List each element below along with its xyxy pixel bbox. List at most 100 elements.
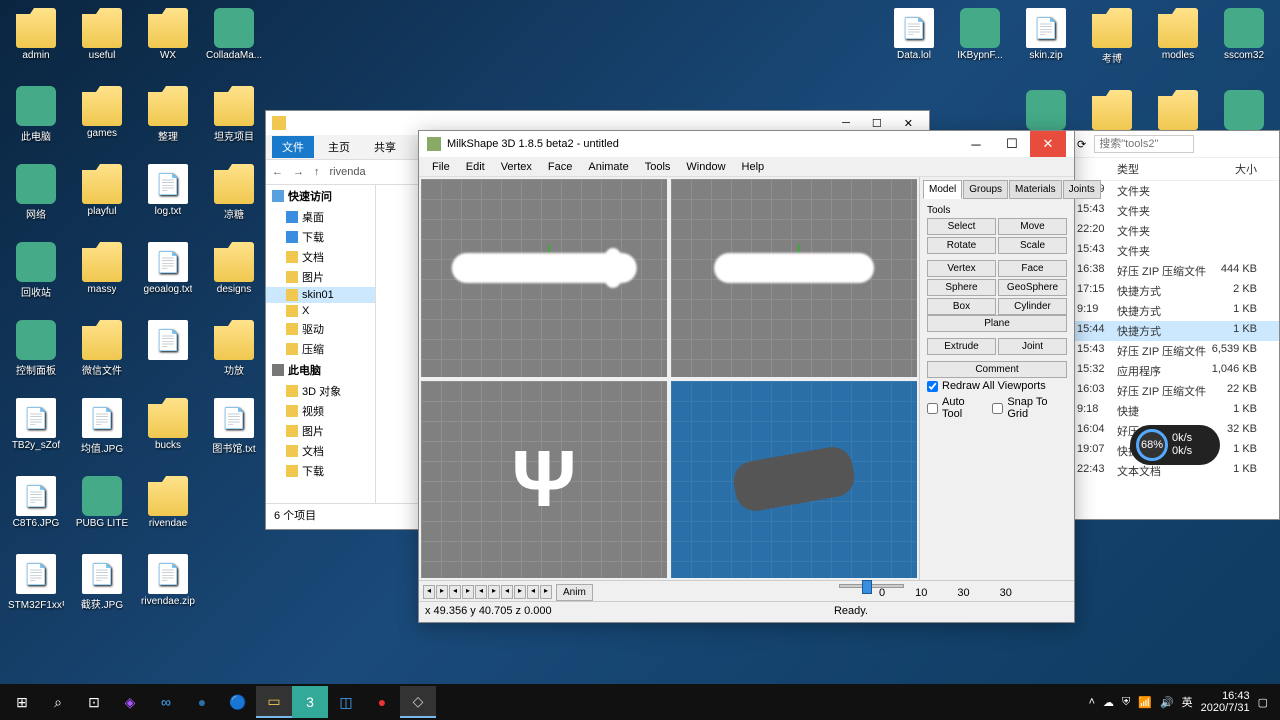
start-button[interactable]: ⊞: [4, 686, 40, 718]
up-button[interactable]: ↑: [314, 166, 320, 178]
wifi-icon[interactable]: 📶: [1138, 696, 1152, 709]
desktop-icon[interactable]: 📄rivendae.zip: [140, 554, 196, 618]
desktop-icon[interactable]: 📄STM32F1xx中文参考...: [8, 554, 64, 618]
table-row[interactable]: 15:32应用程序1,046 KB: [1071, 361, 1279, 381]
desktop-icon[interactable]: 控制面板: [8, 320, 64, 384]
desktop-icon[interactable]: admin: [8, 8, 64, 72]
minimize-button[interactable]: ─: [958, 131, 994, 157]
sidebar-item[interactable]: 压缩: [266, 339, 375, 359]
minimize-button[interactable]: ─: [832, 117, 860, 130]
this-pc-header[interactable]: 此电脑: [266, 359, 375, 381]
taskbar-app[interactable]: 3: [292, 686, 328, 718]
desktop-icon[interactable]: 📄log.txt: [140, 164, 196, 228]
table-row[interactable]: 22:20文件夹: [1071, 221, 1279, 241]
table-row[interactable]: 15:44快捷方式1 KB: [1071, 321, 1279, 341]
sidebar-item[interactable]: 桌面: [266, 207, 375, 227]
desktop-icon[interactable]: modles: [1150, 8, 1206, 72]
table-row[interactable]: 9:19快捷方式1 KB: [1071, 301, 1279, 321]
rotate-button[interactable]: Rotate: [927, 237, 996, 254]
desktop-icon[interactable]: ColladaMa...: [206, 8, 262, 72]
tray-up-icon[interactable]: ˄: [1089, 696, 1095, 708]
sidebar-item[interactable]: 驱动: [266, 319, 375, 339]
sidebar-item[interactable]: 3D 对象: [266, 381, 375, 401]
tab-materials[interactable]: Materials: [1009, 180, 1062, 199]
desktop-icon[interactable]: 📄C8T6.JPG: [8, 476, 64, 540]
volume-icon[interactable]: 🔊: [1160, 696, 1174, 709]
desktop-icon[interactable]: 微信文件: [74, 320, 130, 384]
table-row[interactable]: 16:38好压 ZIP 压缩文件444 KB: [1071, 261, 1279, 281]
milkshape-titlebar[interactable]: MilkShape 3D 1.8.5 beta2 - untitled ─ ☐ …: [419, 131, 1074, 157]
explorer-button[interactable]: ▭: [256, 686, 292, 718]
vertex-button[interactable]: Vertex: [927, 260, 996, 277]
desktop-icon[interactable]: 凉糖: [206, 164, 262, 228]
breadcrumb[interactable]: rivenda: [330, 166, 366, 178]
menu-vertex[interactable]: Vertex: [494, 159, 539, 175]
redraw-checkbox[interactable]: Redraw All Viewports: [923, 378, 1071, 394]
tab-file[interactable]: 文件: [272, 136, 314, 158]
sidebar-item[interactable]: 文档: [266, 441, 375, 461]
desktop-icon[interactable]: PUBG LITE: [74, 476, 130, 540]
tab-home[interactable]: 主页: [318, 136, 360, 158]
ime-indicator[interactable]: 英: [1182, 694, 1193, 710]
desktop-icon[interactable]: WX: [140, 8, 196, 72]
table-row[interactable]: 15:43文件夹: [1071, 241, 1279, 261]
tab-joints[interactable]: Joints: [1063, 180, 1101, 199]
milkshape-3d-window[interactable]: MilkShape 3D 1.8.5 beta2 - untitled ─ ☐ …: [418, 130, 1075, 623]
plane-button[interactable]: Plane: [927, 315, 1067, 332]
viewport-side[interactable]: [671, 179, 917, 377]
viewport-perspective[interactable]: [671, 381, 917, 579]
desktop-icon[interactable]: 📄Data.lol: [886, 8, 942, 72]
desktop-icon[interactable]: 回收站: [8, 242, 64, 306]
comment-button[interactable]: Comment: [927, 361, 1067, 378]
select-button[interactable]: Select: [927, 218, 996, 235]
taskbar-app[interactable]: ◫: [328, 686, 364, 718]
table-row[interactable]: 15:43文件夹: [1071, 201, 1279, 221]
desktop-icon[interactable]: 📄TB2y_sZof: [8, 398, 64, 462]
search-button[interactable]: ⌕: [40, 686, 76, 718]
desktop-icon[interactable]: games: [74, 86, 130, 150]
cpu-monitor-widget[interactable]: 68% 0k/s0k/s: [1130, 425, 1220, 465]
defender-icon[interactable]: ⛨: [1122, 696, 1130, 709]
sidebar-item[interactable]: 图片: [266, 267, 375, 287]
chrome-button[interactable]: 🔵: [220, 686, 256, 718]
face-button[interactable]: Face: [998, 260, 1067, 277]
forward-button[interactable]: →: [293, 166, 304, 178]
sphere-button[interactable]: Sphere: [927, 279, 996, 296]
desktop-icon[interactable]: 📄图书馆.txt: [206, 398, 262, 462]
menu-face[interactable]: Face: [541, 159, 579, 175]
snap-checkbox[interactable]: Snap To Grid: [988, 394, 1071, 422]
joint-button[interactable]: Joint: [998, 338, 1067, 355]
quick-access-header[interactable]: 快速访问: [266, 185, 375, 207]
tab-share[interactable]: 共享: [364, 136, 406, 158]
desktop-icon[interactable]: 📄: [140, 320, 196, 384]
sidebar-item[interactable]: skin01: [266, 287, 375, 303]
desktop-icon[interactable]: rivendae: [140, 476, 196, 540]
box-button[interactable]: Box: [927, 298, 996, 315]
taskbar-app[interactable]: ∞: [148, 686, 184, 718]
menu-file[interactable]: File: [425, 159, 457, 175]
sidebar-item[interactable]: 下载: [266, 461, 375, 481]
menu-window[interactable]: Window: [679, 159, 732, 175]
maximize-button[interactable]: ☐: [862, 117, 892, 130]
menu-help[interactable]: Help: [735, 159, 772, 175]
desktop-icon[interactable]: 功放: [206, 320, 262, 384]
refresh-icon[interactable]: ⟳: [1077, 138, 1086, 151]
scale-button[interactable]: Scale: [998, 237, 1067, 254]
tab-model[interactable]: Model: [923, 180, 962, 199]
menu-edit[interactable]: Edit: [459, 159, 492, 175]
desktop-icon[interactable]: playful: [74, 164, 130, 228]
desktop-icon[interactable]: 📄均值.JPG: [74, 398, 130, 462]
table-row[interactable]: 15:43好压 ZIP 压缩文件6,539 KB: [1071, 341, 1279, 361]
desktop-icon[interactable]: 📄geoalog.txt: [140, 242, 196, 306]
close-button[interactable]: ✕: [894, 117, 923, 130]
close-button[interactable]: ✕: [1030, 131, 1066, 157]
move-button[interactable]: Move: [998, 218, 1067, 235]
system-tray[interactable]: ˄ ☁ ⛨ 📶 🔊 英 16:43 2020/7/31 ▢: [1081, 690, 1276, 714]
sidebar-item[interactable]: X: [266, 303, 375, 319]
geosphere-button[interactable]: GeoSphere: [998, 279, 1067, 296]
table-row[interactable]: 16:03好压 ZIP 压缩文件22 KB: [1071, 381, 1279, 401]
extrude-button[interactable]: Extrude: [927, 338, 996, 355]
onedrive-icon[interactable]: ☁: [1103, 696, 1114, 709]
desktop-icon[interactable]: massy: [74, 242, 130, 306]
viewport-top[interactable]: Ψ: [421, 381, 667, 579]
